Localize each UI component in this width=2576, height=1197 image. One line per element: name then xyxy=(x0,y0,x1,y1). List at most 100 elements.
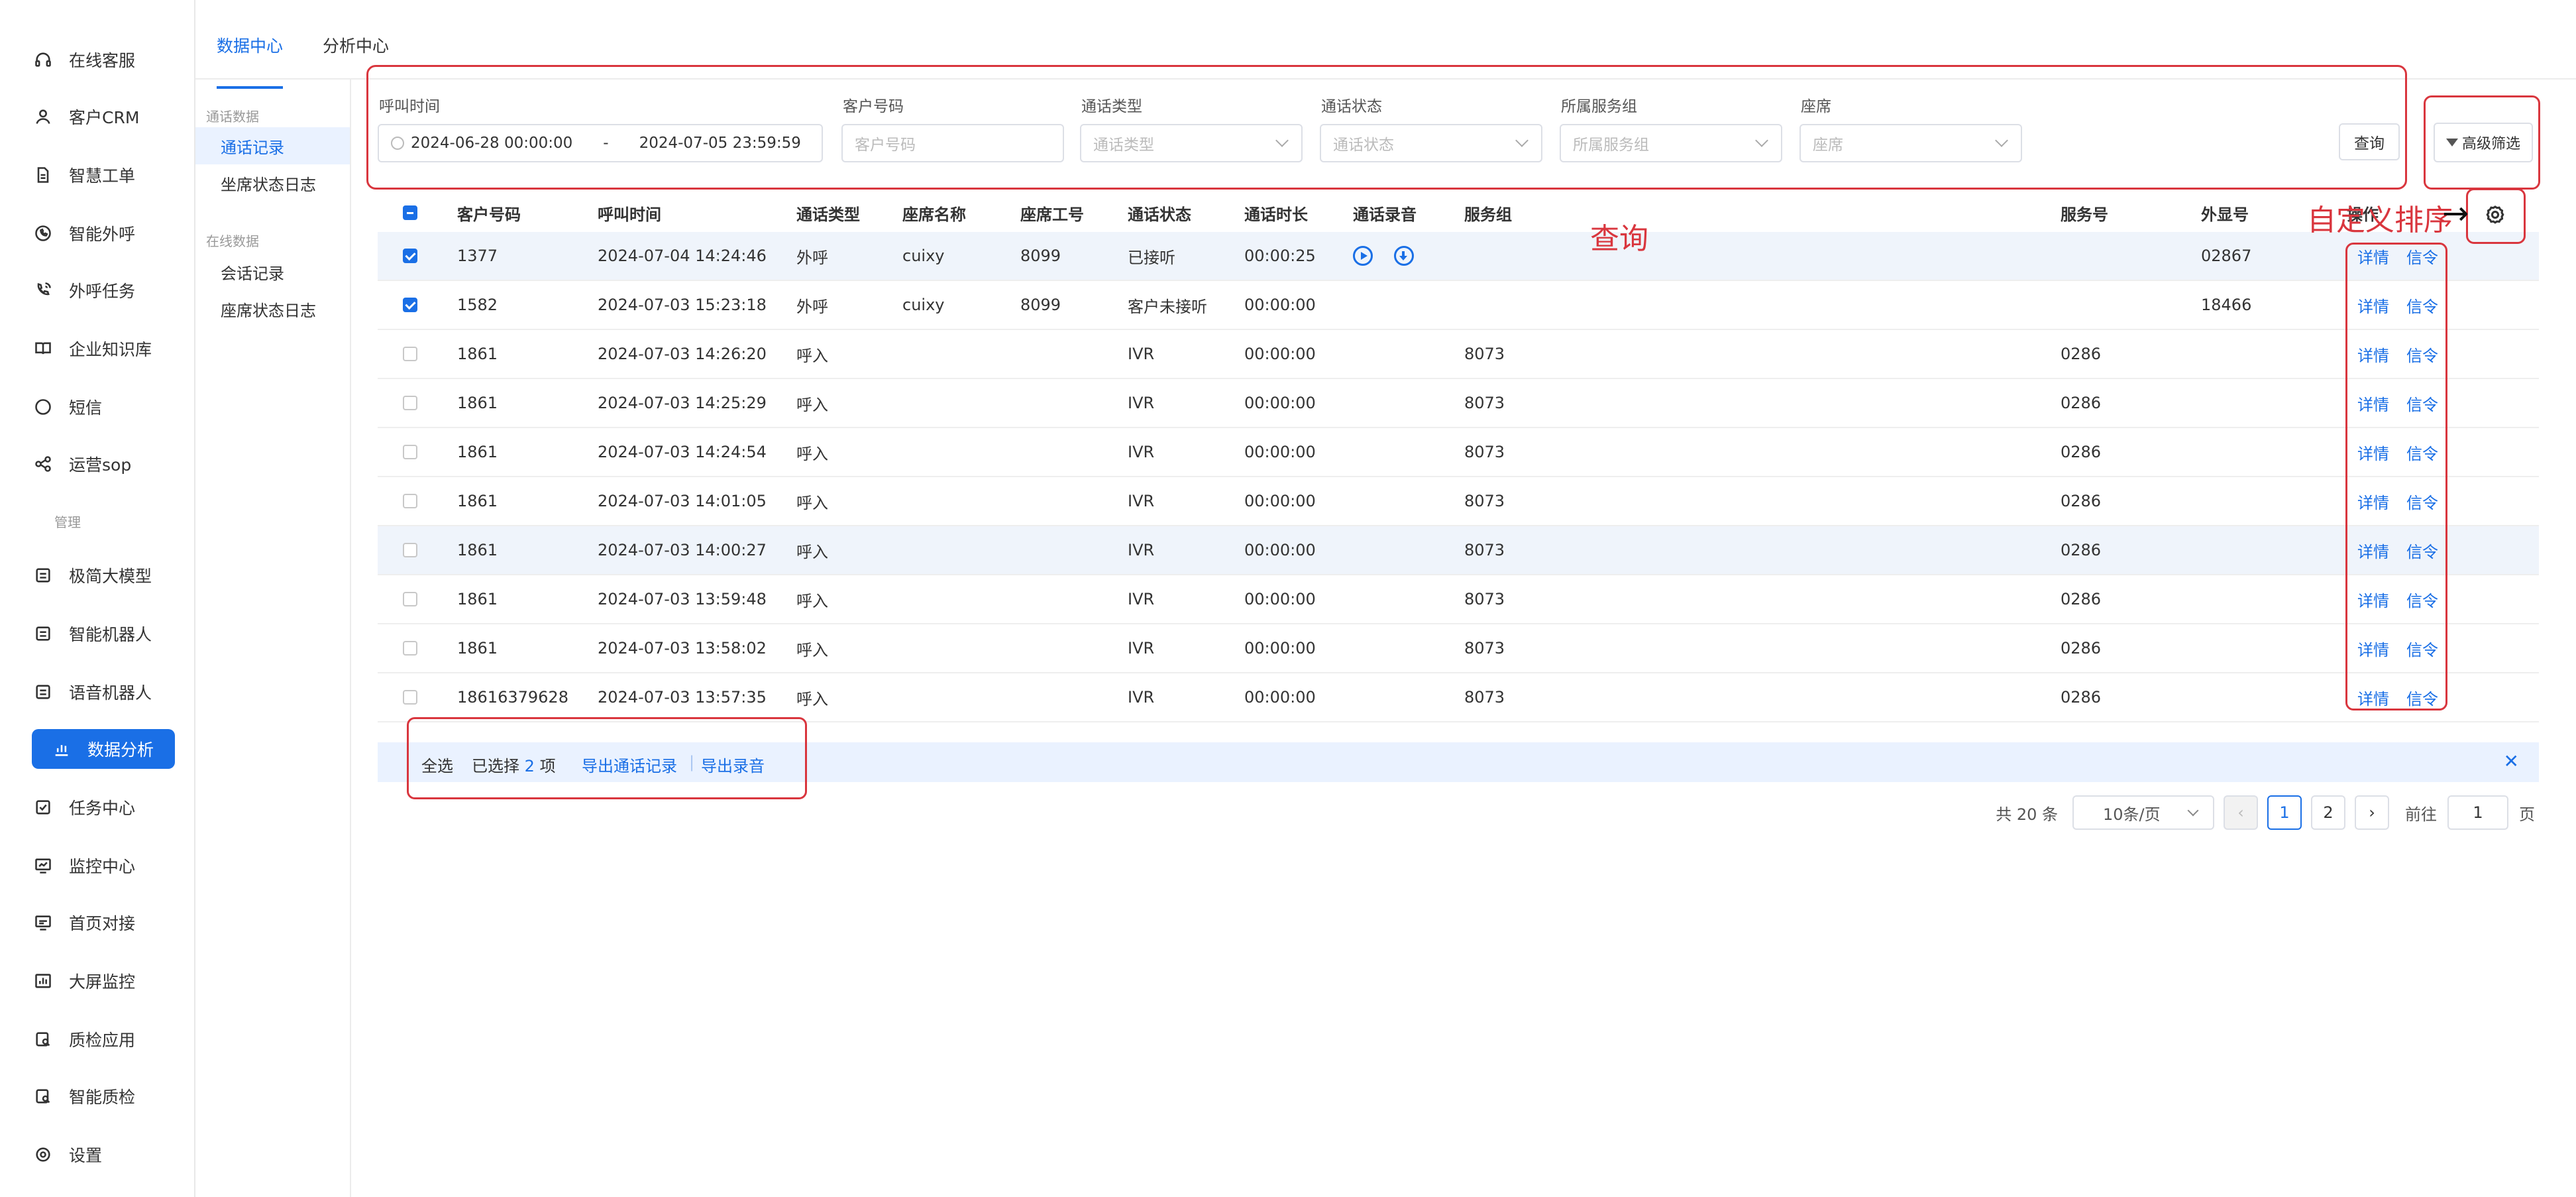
row-checkbox[interactable] xyxy=(403,543,417,557)
cell-call-type: 外呼 xyxy=(796,248,828,267)
sidebar-item-book[interactable]: 企业知识库 xyxy=(32,329,178,369)
tab-data-center[interactable]: 数据中心 xyxy=(217,33,284,89)
sidebar-item-quality-check[interactable]: 智能质检 xyxy=(32,1076,178,1116)
sidebar-item-robot[interactable]: 智能机器人 xyxy=(32,614,178,654)
table-row[interactable]: 1861 2024-07-03 13:59:48 呼入 IVR 00:00:00 8073… xyxy=(378,575,2539,624)
sidebar-item-sms[interactable]: 短信 xyxy=(32,387,178,427)
cell-call-status: IVR xyxy=(1128,394,1155,412)
sidebar-item-settings[interactable]: 设置 xyxy=(32,1135,178,1174)
monitor-icon xyxy=(32,854,54,877)
row-checkbox[interactable] xyxy=(403,298,417,312)
cell-service-group: 8073 xyxy=(1464,688,1505,707)
prev-page-button[interactable]: ‹ xyxy=(2224,795,2258,830)
row-checkbox[interactable] xyxy=(403,641,417,656)
col-seat-number: 座席工号 xyxy=(1020,205,1084,224)
main-sidebar: 在线客服 客户CRM 智慧工单 智能外呼 外呼任务 企业知识库 短信 运营sop 管理 极简大模型… xyxy=(0,0,195,1197)
table-row[interactable]: 1582 2024-07-03 15:23:18 外呼 cuixy 8099 客户未接听 0… xyxy=(378,281,2539,330)
customer-number-input[interactable]: 客户号码 xyxy=(841,124,1064,162)
cell-call-status: IVR xyxy=(1128,541,1155,559)
sidebar-item-monitor[interactable]: 监控中心 xyxy=(32,846,178,885)
advanced-filter-button[interactable]: 高级筛选 xyxy=(2434,123,2533,162)
sidebar-item-label: 任务中心 xyxy=(69,799,136,818)
row-checkbox[interactable] xyxy=(403,592,417,606)
cell-service-group: 8073 xyxy=(1464,345,1505,363)
cell-call-type: 呼入 xyxy=(796,640,828,659)
query-button[interactable]: 查询 xyxy=(2339,123,2400,160)
sub-item-call-records[interactable]: 通话记录 xyxy=(195,127,350,164)
play-recording-icon[interactable] xyxy=(1353,246,1373,266)
cell-call-type: 呼入 xyxy=(796,591,828,610)
table-row[interactable]: 18616379628 2024-07-03 13:57:35 呼入 IVR 00:00… xyxy=(378,673,2539,722)
page-1-button[interactable]: 1 xyxy=(2267,795,2302,830)
goto-page-input[interactable]: 1 xyxy=(2447,795,2508,830)
table-row[interactable]: 1861 2024-07-03 14:24:54 呼入 IVR 00:00:00 8073… xyxy=(378,428,2539,477)
page-2-button[interactable]: 2 xyxy=(2311,795,2345,830)
call-status-select[interactable]: 通话状态 xyxy=(1320,124,1542,162)
close-icon[interactable]: ✕ xyxy=(2504,750,2519,772)
sidebar-item-share-nodes[interactable]: 运营sop xyxy=(32,444,178,484)
sidebar-item-user[interactable]: 客户CRM xyxy=(32,97,178,137)
sidebar-item-task-check[interactable]: 任务中心 xyxy=(32,787,178,827)
service-group-select[interactable]: 所属服务组 xyxy=(1560,124,1782,162)
cell-call-time: 2024-07-03 13:58:02 xyxy=(598,639,767,657)
cell-service-number: 0286 xyxy=(2061,492,2102,510)
cell-customer-number: 1582 xyxy=(457,296,498,314)
sidebar-item-robot[interactable]: 语音机器人 xyxy=(32,672,178,712)
sidebar-item-robot[interactable]: 极简大模型 xyxy=(32,555,178,595)
table-row[interactable]: 1861 2024-07-03 14:01:05 呼入 IVR 00:00:00 8073… xyxy=(378,477,2539,526)
page-suffix: 页 xyxy=(2519,805,2535,824)
sidebar-item-monitor-chart[interactable]: 首页对接 xyxy=(32,903,178,942)
cell-call-type: 呼入 xyxy=(796,542,828,561)
row-checkbox[interactable] xyxy=(403,396,417,410)
download-recording-icon[interactable] xyxy=(1394,246,1414,266)
table-row[interactable]: 1861 2024-07-03 14:25:29 呼入 IVR 00:00:00 8073… xyxy=(378,379,2539,428)
table-row[interactable]: 1861 2024-07-03 14:00:27 呼入 IVR 00:00:00 8073… xyxy=(378,526,2539,575)
cell-call-duration: 00:00:00 xyxy=(1244,492,1316,510)
select-all-checkbox[interactable] xyxy=(403,205,417,220)
sub-item-seat-status-log[interactable]: 坐席状态日志 xyxy=(195,164,350,201)
advanced-filter-highlight: 高级筛选 xyxy=(2424,95,2540,190)
tab-analysis-center[interactable]: 分析中心 xyxy=(323,33,389,57)
cell-service-number: 0286 xyxy=(2061,590,2102,608)
table-row[interactable]: 1861 2024-07-03 14:26:20 呼入 IVR 00:00:00 8073… xyxy=(378,330,2539,379)
table-row[interactable]: 1377 2024-07-04 14:24:46 外呼 cuixy 8099 已接听 00:… xyxy=(378,232,2539,281)
sidebar-item-bar-chart[interactable]: 数据分析 xyxy=(32,729,175,769)
next-page-button[interactable]: › xyxy=(2355,795,2389,830)
table-row[interactable]: 1861 2024-07-03 13:58:02 呼入 IVR 00:00:00 8073… xyxy=(378,624,2539,673)
sidebar-item-phone-waves[interactable]: 外呼任务 xyxy=(32,270,178,310)
col-service-group: 服务组 xyxy=(1464,205,1512,224)
sidebar-item-label: 智慧工单 xyxy=(69,166,136,186)
seat-select[interactable]: 座席 xyxy=(1799,124,2022,162)
arrow-right-icon: → xyxy=(2442,195,2469,232)
sidebar-item-dashboard[interactable]: 大屏监控 xyxy=(32,961,178,1001)
row-checkbox[interactable] xyxy=(403,445,417,459)
sub-group-online-data: 在线数据 xyxy=(206,233,259,249)
page-size-select[interactable]: 10条/页 xyxy=(2072,795,2214,830)
query-annotation: 查询 xyxy=(1590,222,1648,256)
row-checkbox[interactable] xyxy=(403,347,417,361)
date-range-picker[interactable]: 2024-06-28 00:00:00 - 2024-07-05 23:59:5… xyxy=(378,124,823,162)
sub-item-session-records[interactable]: 会话记录 xyxy=(195,253,350,290)
robot-icon xyxy=(32,564,54,587)
sidebar-item-headset[interactable]: 在线客服 xyxy=(32,40,178,80)
row-checkbox[interactable] xyxy=(403,494,417,508)
row-checkbox[interactable] xyxy=(403,249,417,263)
sidebar-item-document[interactable]: 智慧工单 xyxy=(32,155,178,195)
total-count: 共 20 条 xyxy=(1996,805,2058,824)
col-call-duration: 通话时长 xyxy=(1244,205,1308,224)
col-call-recording: 通话录音 xyxy=(1353,205,1417,224)
sms-icon xyxy=(32,396,54,418)
row-checkbox[interactable] xyxy=(403,690,417,705)
column-settings-icon[interactable] xyxy=(2481,200,2510,229)
date-end: 2024-07-05 23:59:59 xyxy=(639,135,801,152)
sub-item-label: 座席状态日志 xyxy=(221,301,316,320)
cell-service-group: 8073 xyxy=(1464,394,1505,412)
call-type-select[interactable]: 通话类型 xyxy=(1080,124,1303,162)
cell-caller-id: 18466 xyxy=(2201,296,2252,314)
sidebar-item-label: 极简大模型 xyxy=(69,567,152,586)
sidebar-item-quality-check[interactable]: 质检应用 xyxy=(32,1019,178,1059)
col-call-type: 通话类型 xyxy=(796,205,860,224)
sidebar-item-phone-chat[interactable]: 智能外呼 xyxy=(32,213,178,253)
sub-item-agent-status-log[interactable]: 座席状态日志 xyxy=(195,290,350,327)
cell-call-status: 已接听 xyxy=(1128,248,1175,267)
